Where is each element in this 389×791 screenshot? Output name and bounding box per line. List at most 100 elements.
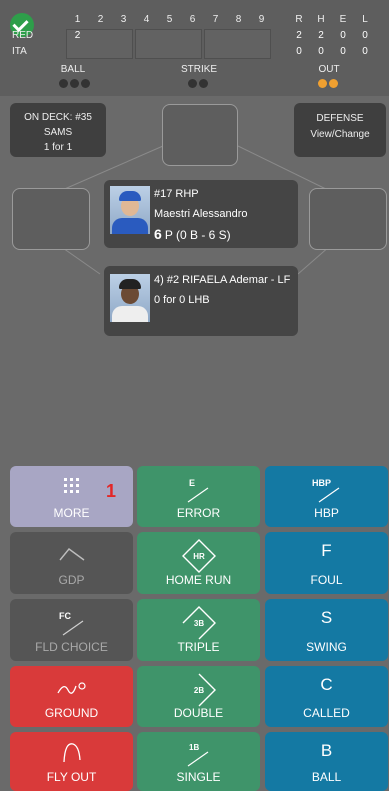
inning-header: 9 (258, 14, 265, 25)
strike-label: STRIKE (180, 64, 218, 75)
fly-out-button[interactable]: FLY OUT (10, 732, 133, 791)
fly-out-label: FLY OUT (46, 770, 97, 784)
ball-dot (81, 79, 90, 88)
defense-panel[interactable]: DEFENSE View/Change (294, 103, 386, 157)
inning-score (66, 45, 89, 59)
stat-header: H (317, 14, 325, 25)
inning-score (250, 45, 273, 59)
defense-view-change: View/Change (310, 129, 370, 140)
home-run-button[interactable]: HR HOME RUN (137, 532, 260, 594)
double-label: DOUBLE (173, 706, 224, 720)
gdp-label: GDP (58, 573, 85, 587)
inning-score (250, 29, 273, 43)
called-glyph: C (320, 675, 333, 694)
batter-stats: 0 for 0 LHB (154, 294, 210, 306)
stat-value: 0 (362, 46, 368, 57)
strike-dot (199, 79, 208, 88)
ball-dot (59, 79, 68, 88)
error-button[interactable]: E ERROR (137, 466, 260, 527)
inning-score (135, 45, 158, 59)
grid-icon (63, 478, 80, 499)
fly-ball-icon (61, 740, 83, 769)
svg-text:HR: HR (193, 552, 205, 561)
hbp-label: HBP (314, 506, 339, 520)
foul-glyph: F (321, 541, 332, 560)
svg-text:E: E (189, 478, 195, 488)
batter-order-name: 4) #2 RIFAELA Ademar - LF (154, 274, 291, 286)
on-deck-stats: 1 for 1 (43, 142, 73, 153)
ground-button[interactable]: GROUND (10, 666, 133, 727)
triple-label: TRIPLE (177, 640, 220, 654)
defense-title: DEFENSE (316, 113, 364, 124)
svg-text:HBP: HBP (312, 478, 331, 488)
called-button[interactable]: C CALLED (265, 666, 388, 727)
stat-value: 0 (340, 30, 346, 41)
swing-button[interactable]: S SWING (265, 599, 388, 661)
stat-value: 0 (340, 46, 346, 57)
out-dot (318, 79, 327, 88)
on-deck-panel[interactable]: ON DECK: #35 SAMS 1 for 1 (10, 103, 106, 157)
stat-value: 0 (318, 46, 324, 57)
inning-score (204, 45, 227, 59)
first-base[interactable] (309, 188, 387, 250)
swing-label: SWING (306, 640, 347, 654)
pitcher-number-role: #17 RHP (154, 188, 199, 200)
fielders-choice-button[interactable]: FC FLD CHOICE (10, 599, 133, 661)
inning-score (158, 45, 181, 59)
stat-value: 2 (296, 30, 302, 41)
triple-button[interactable]: 3B TRIPLE (137, 599, 260, 661)
ground-ball-icon (56, 680, 88, 701)
inning-score (112, 45, 135, 59)
inning-score (158, 29, 181, 43)
inning-score (181, 45, 204, 59)
svg-text:2B: 2B (193, 686, 203, 695)
ball-label: BALL (311, 770, 342, 784)
error-icon: E (184, 476, 214, 509)
inning-header: 1 (74, 14, 81, 25)
batter-photo (110, 274, 150, 322)
single-label: SINGLE (176, 770, 221, 784)
inning-header: 7 (212, 14, 219, 25)
foul-button[interactable]: F FOUL (265, 532, 388, 594)
strike-dot (188, 79, 197, 88)
more-label: MORE (53, 506, 90, 520)
single-icon: 1B (184, 740, 214, 773)
inning-header: 3 (120, 14, 127, 25)
inning-score (89, 29, 112, 43)
foul-label: FOUL (310, 573, 343, 587)
inning-header: 6 (189, 14, 196, 25)
svg-text:1B: 1B (189, 743, 199, 752)
gdp-icon (58, 544, 86, 567)
ball-button[interactable]: B BALL (265, 732, 388, 791)
ball-glyph: B (320, 741, 333, 760)
inning-header: 8 (235, 14, 242, 25)
batter-card[interactable]: 4) #2 RIFAELA Ademar - LF 0 for 0 LHB (104, 266, 298, 336)
inning-score: 2 (74, 30, 81, 41)
stat-value: 2 (318, 30, 324, 41)
pitcher-card[interactable]: #17 RHP Maestri Alessandro 6 P (0 B - 6 … (104, 180, 298, 248)
svg-text:3B: 3B (193, 619, 203, 628)
third-base[interactable] (12, 188, 90, 250)
swing-glyph: S (320, 608, 333, 627)
svg-text:FC: FC (59, 611, 71, 621)
pitch-count: 6 (154, 226, 162, 242)
stat-value: 0 (362, 30, 368, 41)
double-button[interactable]: 2B DOUBLE (137, 666, 260, 727)
stat-header: L (362, 14, 368, 25)
scoreboard: RED ITA 1 2 3 4 5 6 7 8 9 2 R H E L 2 2 0 0 0 0 0 0 BALL STRI… (0, 0, 389, 96)
stat-header: E (339, 14, 347, 25)
single-button[interactable]: 1B SINGLE (137, 732, 260, 791)
on-deck-title: ON DECK: #35 (24, 112, 92, 123)
field-area: ON DECK: #35 SAMS 1 for 1 DEFENSE View/C… (0, 96, 389, 466)
out-dot (329, 79, 338, 88)
inning-header: 2 (97, 14, 104, 25)
ball-dots (59, 79, 90, 88)
inning-score (204, 29, 227, 43)
second-base[interactable] (162, 104, 238, 166)
gdp-button[interactable]: GDP (10, 532, 133, 594)
hbp-icon: HBP (309, 476, 345, 509)
hbp-button[interactable]: HBP HBP (265, 466, 388, 527)
stat-header: R (295, 14, 303, 25)
ball-label: BALL (60, 64, 86, 75)
pitch-detail: P (0 B - 6 S) (164, 228, 231, 242)
